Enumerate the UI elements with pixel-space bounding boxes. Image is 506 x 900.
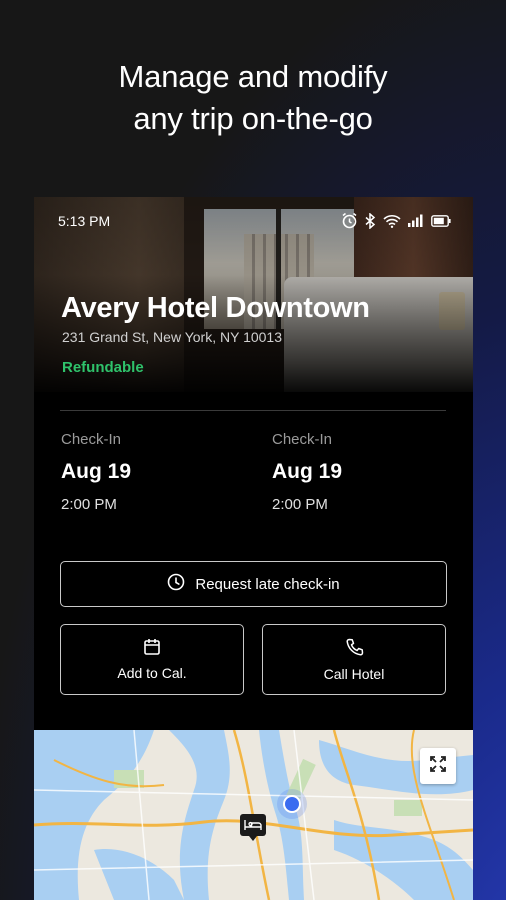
- add-to-calendar-button[interactable]: Add to Cal.: [60, 624, 244, 695]
- alarm-icon: [341, 212, 358, 232]
- refund-policy-badge: Refundable: [62, 359, 144, 376]
- call-hotel-button[interactable]: Call Hotel: [262, 624, 446, 695]
- clock-icon: [167, 573, 185, 595]
- check-in-date: Aug 19: [61, 460, 132, 483]
- bluetooth-icon: [365, 211, 376, 232]
- check-in-label: Check-In: [61, 431, 122, 448]
- call-hotel-label: Call Hotel: [323, 665, 385, 682]
- request-late-checkin-button[interactable]: Request late check-in: [60, 561, 447, 607]
- check-in-time: 2:00 PM: [61, 496, 117, 513]
- divider: [60, 410, 446, 411]
- bed-icon[interactable]: [240, 814, 266, 841]
- battery-icon: [431, 214, 451, 230]
- status-bar: 5:13 PM: [34, 211, 473, 233]
- phone-screen: 5:13 PM Avery Hotel Downtown 231 Grand S…: [34, 197, 473, 900]
- add-to-calendar-label: Add to Cal.: [117, 665, 187, 681]
- hotel-name: Avery Hotel Downtown: [61, 292, 370, 324]
- hotel-location-map[interactable]: [34, 730, 473, 900]
- check-out-date: Aug 19: [272, 460, 343, 483]
- promo-headline: Manage and modify any trip on-the-go: [0, 56, 506, 140]
- check-out-time: 2:00 PM: [272, 496, 328, 513]
- status-time: 5:13 PM: [58, 213, 111, 229]
- signal-icon: [408, 214, 424, 230]
- calendar-icon: [143, 638, 161, 659]
- check-out-block: Check-In Aug 19 2:00 PM: [272, 431, 342, 513]
- headline-line-2: any trip on-the-go: [133, 101, 373, 136]
- map-expand-button[interactable]: [420, 748, 456, 784]
- request-late-checkin-label: Request late check-in: [195, 575, 340, 593]
- phone-icon: [345, 638, 364, 660]
- check-in-block: Check-In Aug 19 2:00 PM: [61, 431, 131, 513]
- location-dot-icon: [283, 795, 301, 813]
- expand-icon: [429, 755, 447, 778]
- check-out-label: Check-In: [272, 431, 333, 448]
- hotel-address[interactable]: 231 Grand St, New York, NY 10013: [62, 329, 282, 345]
- headline-line-1: Manage and modify: [118, 59, 388, 94]
- wifi-icon: [383, 214, 401, 231]
